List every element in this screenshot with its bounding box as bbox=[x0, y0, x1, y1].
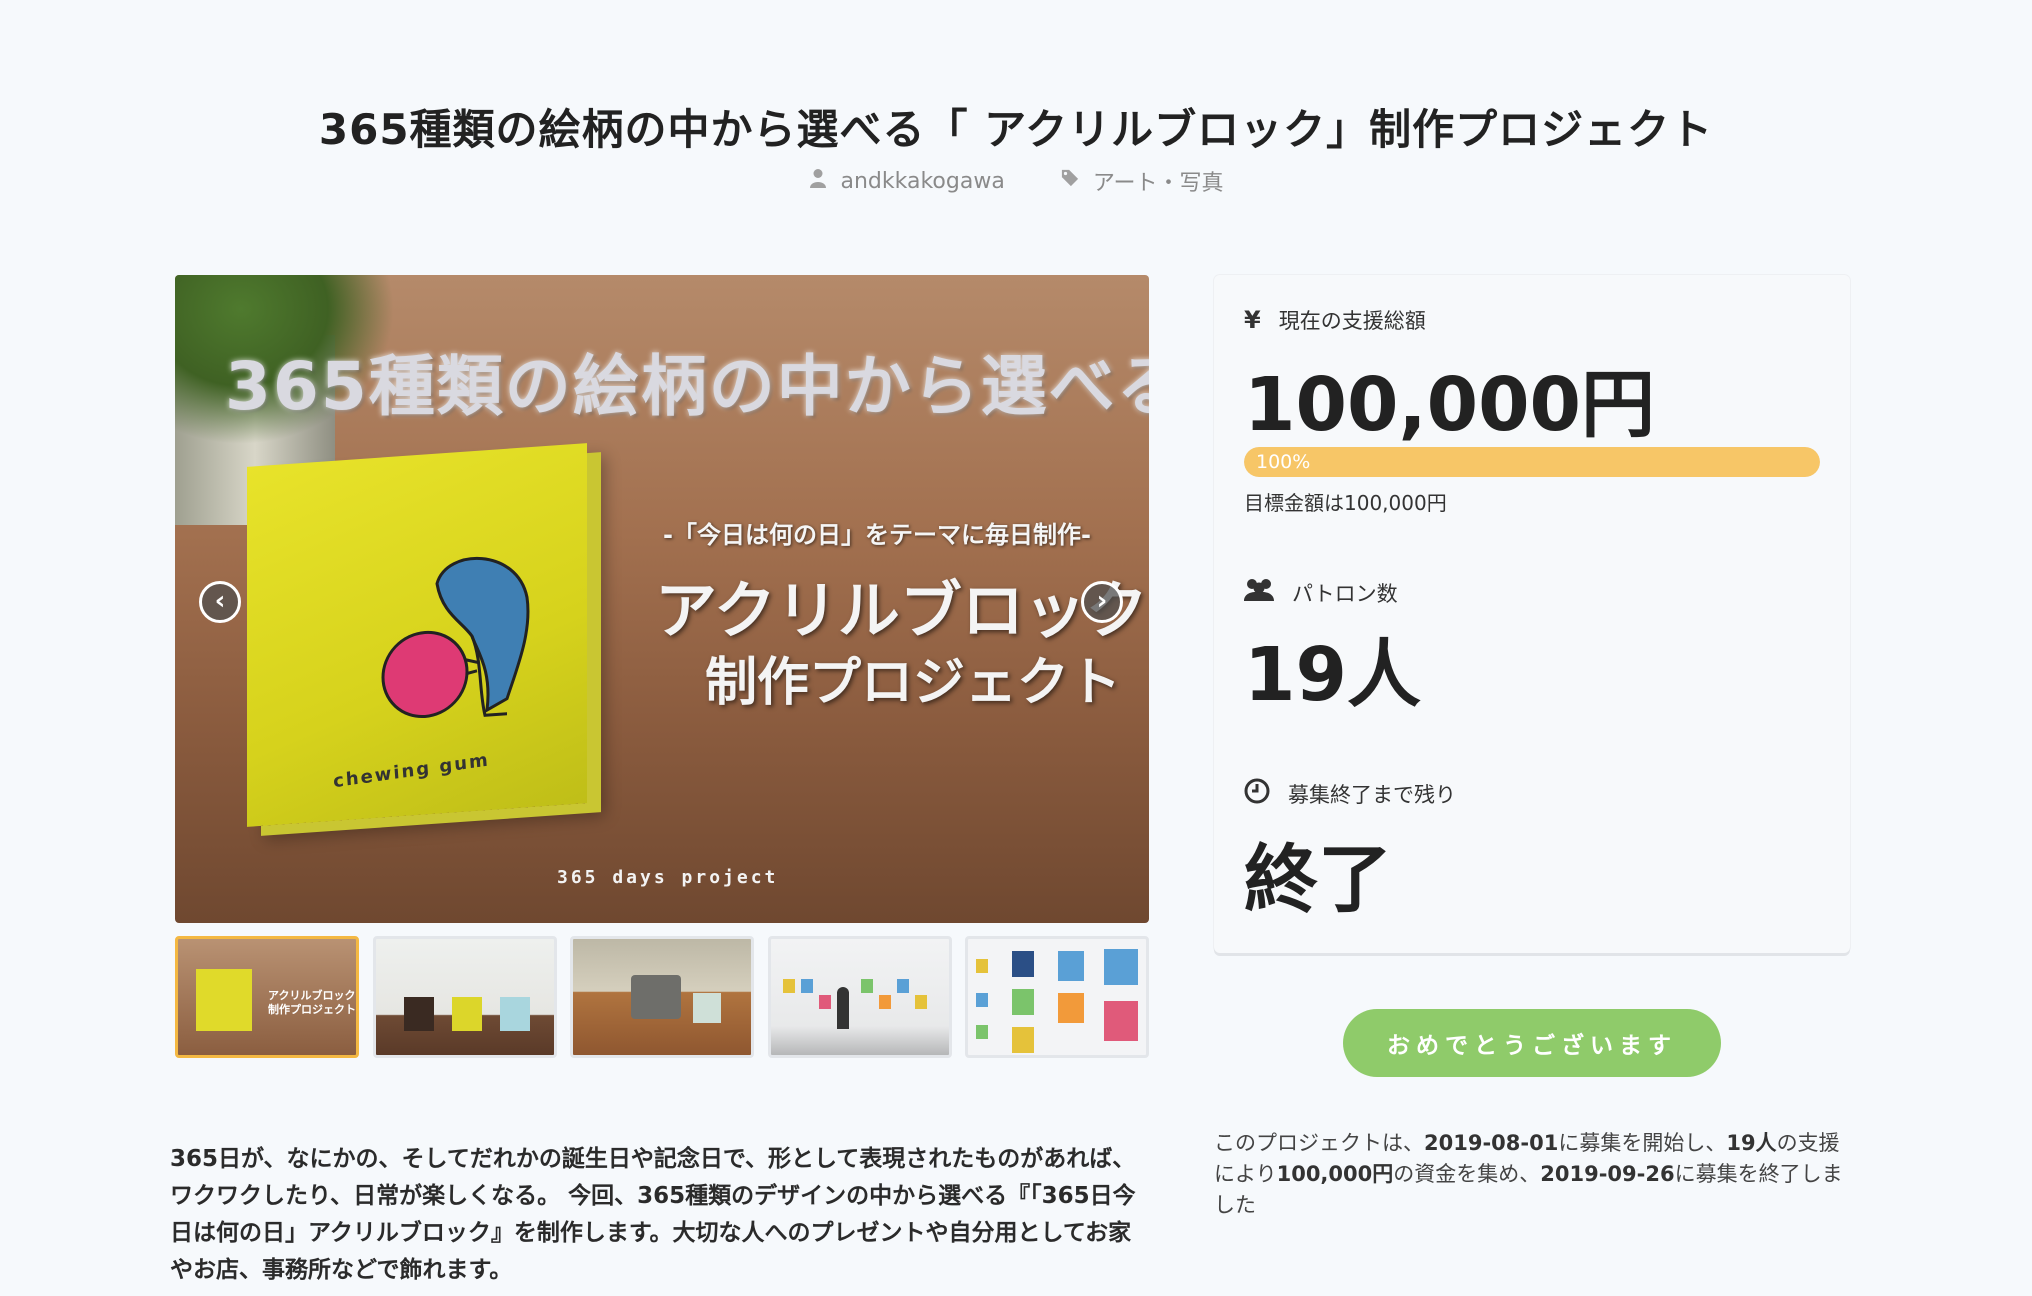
summary-text: に募集を開始し、 bbox=[1558, 1131, 1727, 1155]
remaining-label-text: 募集終了まで残り bbox=[1288, 782, 1456, 807]
project-summary: このプロジェクトは、2019-08-01に募集を開始し、19人の支援により100… bbox=[1214, 1128, 1850, 1221]
progress-fill: 100% bbox=[1244, 447, 1820, 477]
gallery-tile bbox=[1104, 949, 1138, 985]
thumbnail-5[interactable] bbox=[965, 936, 1149, 1058]
gallery-tile bbox=[976, 1025, 988, 1039]
main-image-carousel[interactable]: 365種類の絵柄の中から選べる chewing gum -「今日は何の日」をテー… bbox=[175, 275, 1149, 923]
remaining-value: 終了 bbox=[1244, 837, 1392, 923]
funding-label-text: 現在の支援総額 bbox=[1278, 309, 1426, 333]
funding-amount: 100,000円 bbox=[1244, 362, 1656, 448]
thumbnail-text: アクリルブロック 制作プロジェクト bbox=[268, 989, 356, 1016]
gallery-tile bbox=[1012, 951, 1034, 977]
thumbnail-3[interactable] bbox=[570, 936, 754, 1058]
summary-patrons: 19人 bbox=[1726, 1131, 1777, 1155]
visitor-figure bbox=[836, 987, 849, 1029]
gallery-tile bbox=[976, 959, 988, 973]
summary-start-date: 2019-08-01 bbox=[1424, 1131, 1559, 1155]
summary-text: このプロジェクトは、 bbox=[1214, 1131, 1424, 1155]
gallery-tile bbox=[1058, 951, 1084, 981]
gallery-tile bbox=[1104, 1001, 1138, 1041]
patrons-label: パトロン数 bbox=[1244, 577, 1398, 608]
funding-progress-bar: 100% bbox=[1244, 447, 1820, 477]
acrylic-block-image: chewing gum bbox=[247, 443, 587, 827]
gallery-tile bbox=[1058, 993, 1084, 1023]
category-name: アート・写真 bbox=[1092, 171, 1224, 196]
hero-subheadline: -「今日は何の日」をテーマに毎日制作- bbox=[663, 521, 1091, 549]
page-title: 365種類の絵柄の中から選べる「 アクリルブロック」制作プロジェクト bbox=[318, 105, 1714, 155]
gallery-tile bbox=[976, 993, 988, 1007]
gallery-tile bbox=[914, 995, 927, 1009]
goal-amount: 目標金額は100,000円 bbox=[1244, 491, 1447, 515]
remaining-label: 募集終了まで残り bbox=[1244, 778, 1456, 809]
summary-amount: 100,000円 bbox=[1276, 1162, 1394, 1186]
author-name: andkkakogawa bbox=[840, 168, 1005, 194]
gallery-tile bbox=[1012, 1027, 1034, 1053]
carousel-prev-button[interactable]: ‹ bbox=[199, 581, 241, 623]
thumbnail-1[interactable]: アクリルブロック 制作プロジェクト bbox=[175, 936, 359, 1058]
hero-headline: 365種類の絵柄の中から選べる bbox=[225, 348, 1149, 425]
thumbnail-2[interactable] bbox=[372, 936, 557, 1058]
block-label: chewing gum bbox=[332, 749, 491, 793]
summary-end-date: 2019-09-26 bbox=[1540, 1162, 1675, 1186]
funding-label: ¥ 現在の支援総額 bbox=[1244, 305, 1426, 335]
clock-icon bbox=[1244, 778, 1270, 809]
project-meta: andkkakogawa アート・写真 bbox=[0, 165, 2032, 197]
patrons-label-text: パトロン数 bbox=[1292, 581, 1398, 606]
thumbnail-block-yellow bbox=[451, 997, 482, 1031]
gallery-tile bbox=[1012, 989, 1034, 1015]
congratulations-button[interactable]: おめでとうございます bbox=[1343, 1009, 1721, 1077]
hero-title-line1: アクリルブロック bbox=[655, 574, 1148, 647]
user-icon bbox=[809, 168, 827, 194]
gallery-tile bbox=[878, 995, 891, 1009]
carousel-next-button[interactable]: › bbox=[1081, 581, 1123, 623]
thumbnail-4[interactable] bbox=[767, 936, 952, 1058]
category-link[interactable]: アート・写真 bbox=[1061, 165, 1224, 197]
thumbnail-pot bbox=[631, 975, 681, 1019]
project-description: 365日が、なにかの、そしてだれかの誕生日や記念日で、形として表現されたものがあ… bbox=[170, 1146, 1136, 1283]
author-link[interactable]: andkkakogawa bbox=[809, 165, 1005, 197]
gallery-tile bbox=[818, 995, 831, 1009]
gallery-tile bbox=[896, 979, 909, 993]
funding-stats-card: ¥ 現在の支援総額 100,000円 100% 目標金額は100,000円 パト… bbox=[1214, 275, 1850, 953]
thumbnail-strip: アクリルブロック 制作プロジェクト bbox=[175, 936, 1149, 1062]
hero-footer-text: 365 days project bbox=[557, 867, 779, 888]
gallery-tile bbox=[800, 979, 813, 993]
summary-text: の資金を集め、 bbox=[1393, 1162, 1541, 1186]
hero-title-line2: 制作プロジェクト bbox=[705, 653, 1122, 713]
gallery-tile bbox=[860, 979, 873, 993]
thumbnail-block bbox=[196, 969, 252, 1031]
gallery-tile bbox=[782, 979, 795, 993]
users-icon bbox=[1244, 577, 1274, 608]
chewing-gum-illustration bbox=[381, 556, 530, 719]
thumbnail-clear-block bbox=[693, 993, 721, 1023]
patrons-count: 19人 bbox=[1244, 632, 1421, 718]
tag-icon bbox=[1061, 168, 1079, 194]
thumbnail-block-dark bbox=[403, 997, 434, 1031]
thumbnail-block-blue bbox=[499, 997, 530, 1031]
yen-icon: ¥ bbox=[1244, 306, 1261, 334]
